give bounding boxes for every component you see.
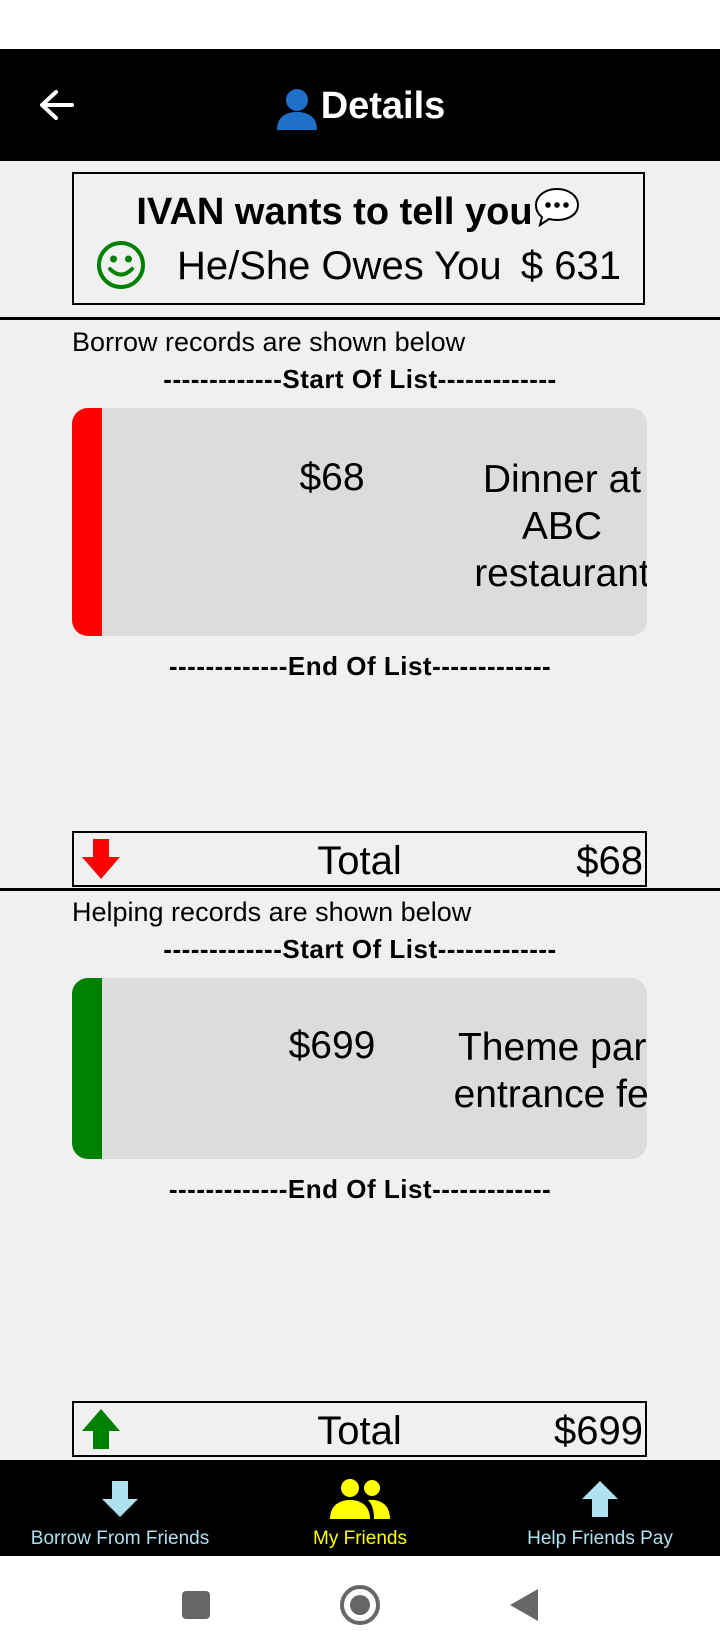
arrow-up-icon xyxy=(582,1481,618,1517)
helping-record-card[interactable]: $699 Theme park entrance fee xyxy=(72,978,647,1159)
nav-help-friends-pay[interactable]: Help Friends Pay xyxy=(480,1460,720,1556)
helping-list-start: -------------Start Of List------------- xyxy=(163,934,557,964)
divider xyxy=(0,317,720,320)
status-bar xyxy=(0,0,720,49)
nav-label: Borrow From Friends xyxy=(30,1528,210,1549)
arrow-down-icon xyxy=(102,1481,138,1517)
summary-card: IVAN wants to tell you He/She Owes You $… xyxy=(72,172,645,305)
borrow-total-bar: Total $68 xyxy=(72,831,647,887)
recents-button[interactable] xyxy=(166,1580,226,1630)
speech-bubble-icon xyxy=(534,187,579,228)
page-title: Details xyxy=(0,80,720,132)
helping-total-bar: Total $699 xyxy=(72,1401,647,1457)
person-icon xyxy=(276,88,317,130)
nav-my-friends[interactable]: My Friends xyxy=(240,1460,480,1556)
helping-section-label: Helping records are shown below xyxy=(72,897,472,927)
record-accent-bar xyxy=(72,408,102,636)
nav-label: My Friends xyxy=(313,1528,407,1549)
total-amount: $68 xyxy=(576,839,643,883)
recents-icon xyxy=(182,1591,210,1619)
total-label: Total xyxy=(317,839,402,883)
helping-list-end: -------------End Of List------------- xyxy=(168,1174,552,1204)
total-amount: $699 xyxy=(554,1409,643,1453)
system-back-button[interactable] xyxy=(494,1580,554,1630)
summary-headline: IVAN wants to tell you xyxy=(74,186,643,234)
back-triangle-icon xyxy=(510,1589,538,1621)
home-button[interactable] xyxy=(330,1580,390,1630)
borrow-section-label: Borrow records are shown below xyxy=(72,327,466,357)
page-title-text: Details xyxy=(320,85,446,127)
nav-borrow-from-friends[interactable]: Borrow From Friends xyxy=(0,1460,240,1556)
borrow-record-card[interactable]: $68 Dinner at ABC restaurant xyxy=(72,408,647,636)
record-description: Dinner at ABC restaurant xyxy=(474,458,647,595)
nav-label: Help Friends Pay xyxy=(527,1528,673,1549)
record-accent-bar xyxy=(72,978,102,1159)
smiley-icon xyxy=(97,241,145,289)
divider xyxy=(0,888,720,891)
home-icon xyxy=(340,1585,380,1625)
borrow-list-end: -------------End Of List------------- xyxy=(168,651,552,681)
borrow-list-start: -------------Start Of List------------- xyxy=(163,364,557,394)
summary-headline-text: IVAN wants to tell you xyxy=(136,191,533,233)
owes-status: He/She Owes You xyxy=(177,244,502,288)
record-description: Theme park entrance fee xyxy=(453,1026,647,1116)
owed-amount: $ 631 xyxy=(520,244,621,288)
friends-icon xyxy=(330,1479,390,1519)
